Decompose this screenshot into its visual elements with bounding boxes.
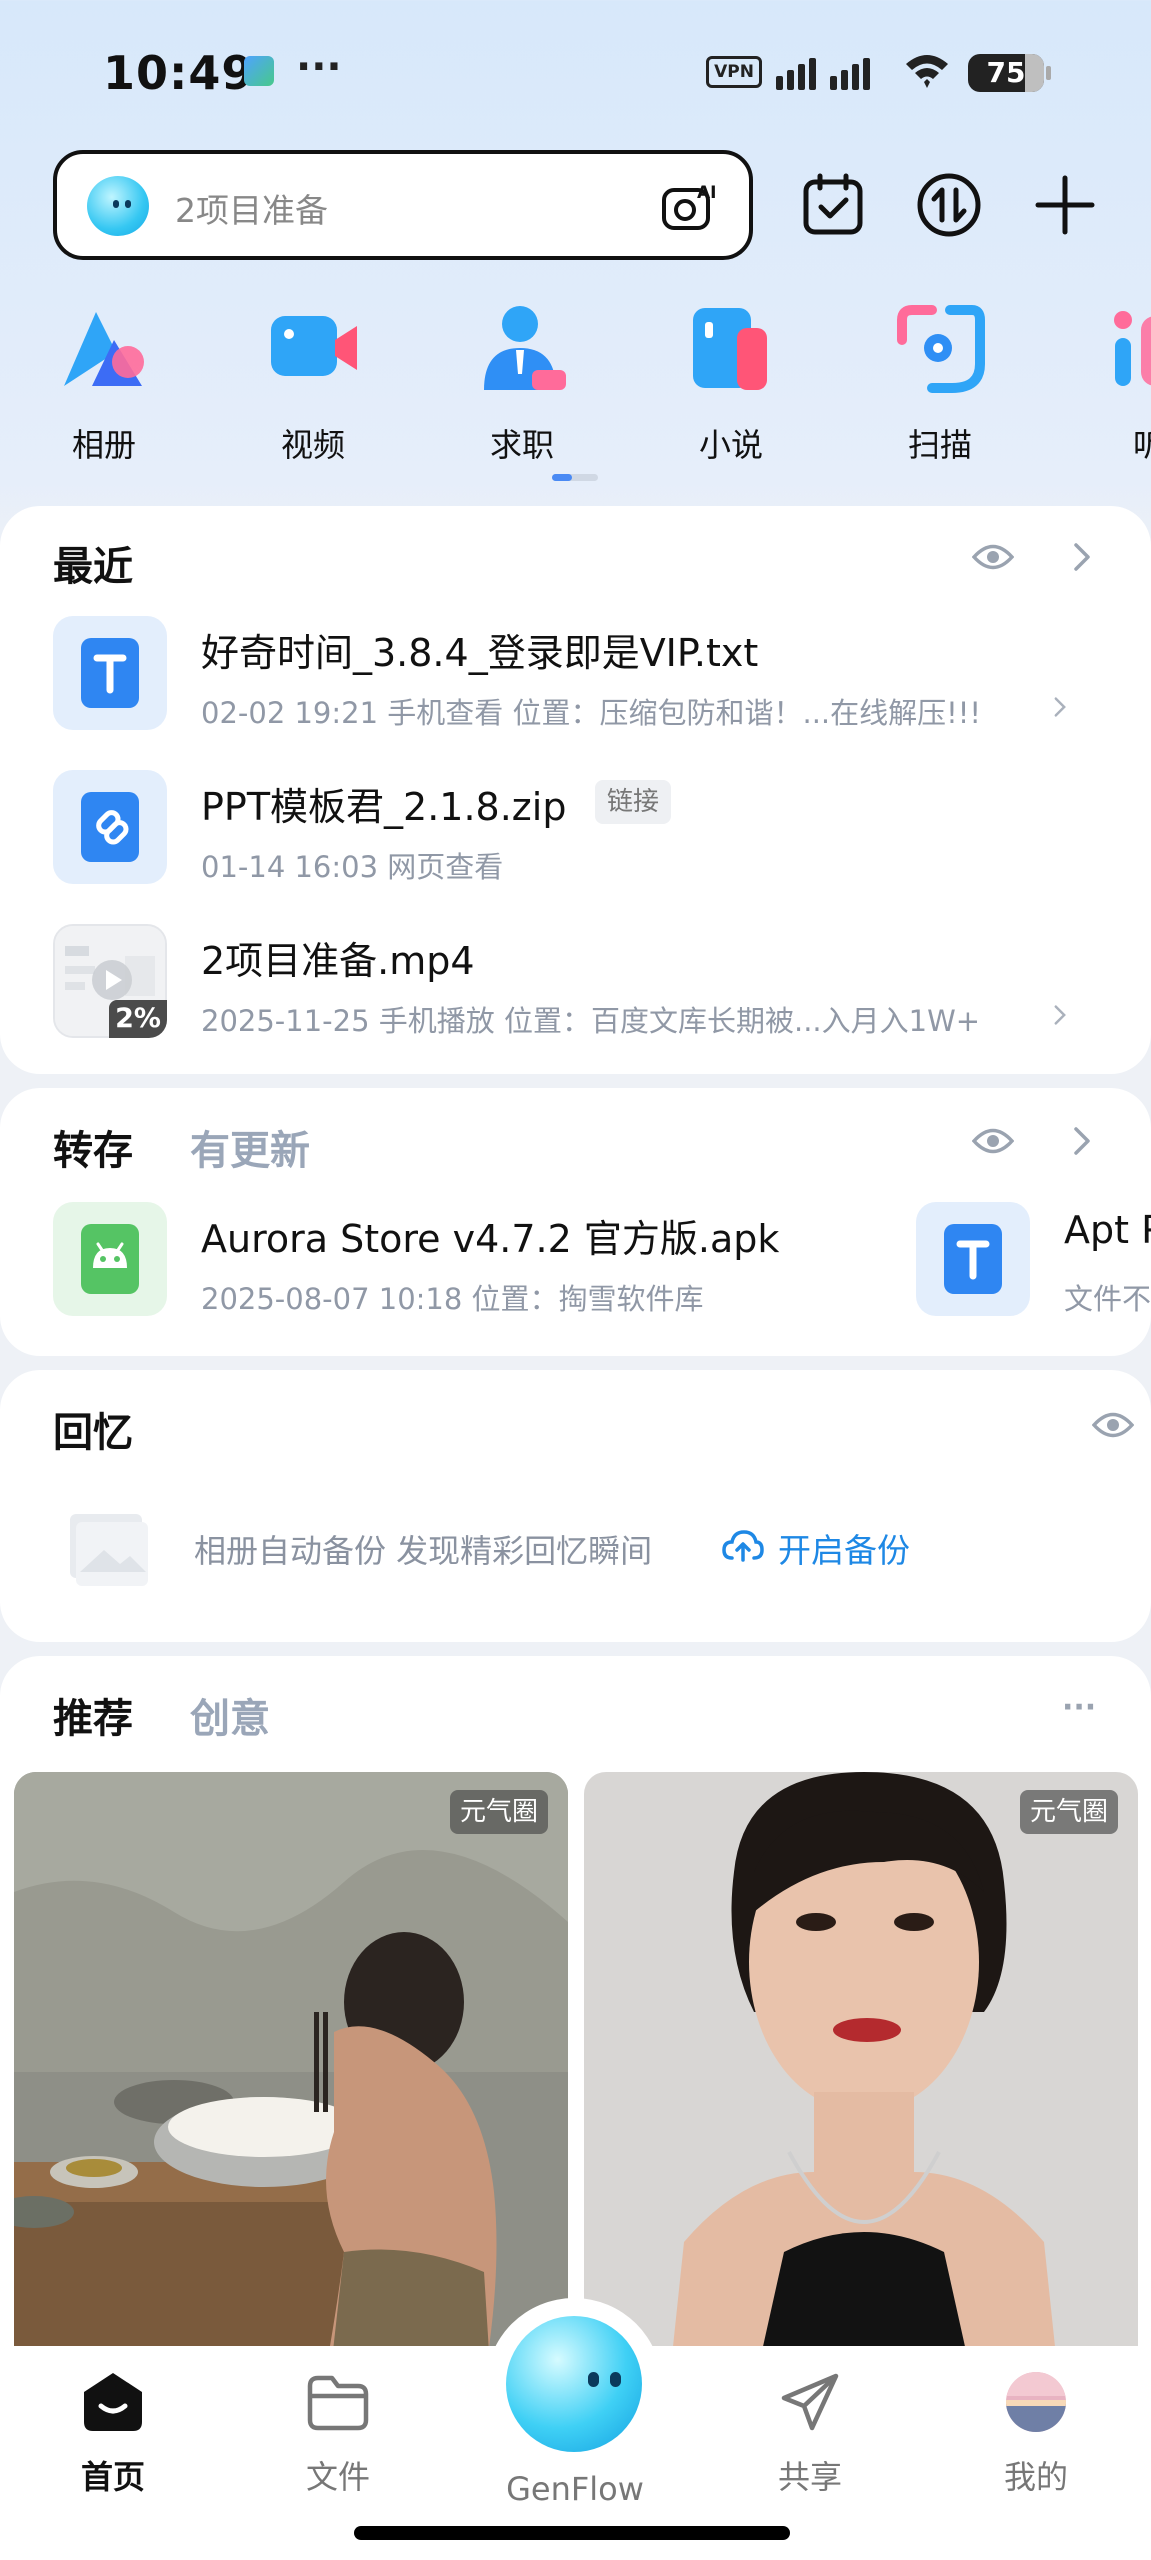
txt-file-icon bbox=[916, 1202, 1030, 1316]
wifi-icon bbox=[906, 55, 948, 88]
eye-icon[interactable] bbox=[1092, 1410, 1134, 1440]
transfer-item[interactable]: Aurora Store v4.7.2 官方版.apk 2025-08-07 1… bbox=[53, 1202, 893, 1322]
transfer-card: 转存 有更新 Aurora Store v4.7.2 官方版.apk 2025-… bbox=[0, 1088, 1151, 1356]
battery-icon: 75 bbox=[968, 54, 1044, 92]
source-badge: 元气圈 bbox=[1019, 1790, 1118, 1834]
link-badge: 链接 bbox=[595, 780, 672, 824]
eye-icon[interactable] bbox=[972, 1126, 1014, 1156]
genflow-ball-icon bbox=[506, 2316, 642, 2452]
memories-title: 回忆 bbox=[53, 1410, 133, 1456]
file-meta: 文件不 bbox=[1064, 1282, 1151, 1316]
apk-file-icon bbox=[53, 1202, 167, 1316]
file-meta: 2025-11-25 手机播放 位置：百度文库长期被...入月入1W+ bbox=[201, 1004, 981, 1038]
memories-text: 相册自动备份 发现精彩回忆瞬间 bbox=[194, 1532, 653, 1570]
status-bar: 10:49 ··· VPN 75 bbox=[0, 0, 1151, 140]
transfer-title: 转存 bbox=[53, 1128, 133, 1174]
calendar-check-icon[interactable] bbox=[800, 172, 866, 238]
enable-backup-button[interactable]: 开启备份 bbox=[778, 1524, 910, 1572]
job-icon bbox=[484, 306, 566, 390]
file-name: 2项目准备.mp4 bbox=[201, 939, 475, 983]
assistant-avatar-icon[interactable] bbox=[87, 176, 149, 236]
file-meta: 02-02 19:21 手机查看 位置：压缩包防和谐！...在线解压!!! bbox=[201, 696, 982, 730]
more-notifications-icon: ··· bbox=[296, 44, 342, 90]
memories-card: 回忆 相册自动备份 发现精彩回忆瞬间 开启备份 bbox=[0, 1370, 1151, 1642]
quick-app-album[interactable]: 相册 bbox=[49, 300, 159, 466]
listen-icon bbox=[1114, 311, 1151, 386]
video-icon bbox=[271, 316, 357, 376]
status-time: 10:49 bbox=[103, 46, 255, 100]
nav-share[interactable]: 共享 bbox=[750, 2370, 870, 2498]
quick-app-job[interactable]: 求职 bbox=[467, 300, 577, 466]
signal-icon bbox=[776, 52, 886, 90]
profile-avatar-icon bbox=[1006, 2372, 1066, 2432]
page-indicator bbox=[552, 474, 598, 481]
recommend-subtitle[interactable]: 创意 bbox=[190, 1686, 270, 1744]
recent-title: 最近 bbox=[53, 544, 133, 590]
chevron-right-icon bbox=[1054, 1005, 1066, 1025]
genflow-button[interactable] bbox=[486, 2298, 662, 2474]
file-meta: 2025-08-07 10:18 位置：掏雪软件库 bbox=[201, 1282, 704, 1316]
recommend-card-item[interactable]: 元气圈 bbox=[14, 1772, 568, 2416]
link-file-icon bbox=[53, 770, 167, 884]
notification-app-icon bbox=[244, 56, 274, 86]
folder-icon bbox=[307, 2375, 369, 2431]
chevron-right-icon bbox=[1054, 697, 1066, 717]
quick-app-listen[interactable]: 听 bbox=[1094, 300, 1151, 466]
transfer-item[interactable]: Apt P 文件不 bbox=[916, 1202, 1151, 1322]
watch-progress-badge: 2% bbox=[109, 1000, 167, 1038]
photo-boy-eating-rice bbox=[14, 1772, 568, 2416]
recommend-card-item[interactable]: 元气圈 bbox=[584, 1772, 1138, 2416]
vpn-icon: VPN bbox=[706, 56, 762, 88]
source-badge: 元气圈 bbox=[449, 1790, 548, 1834]
search-input[interactable]: 2项目准备 bbox=[175, 184, 328, 232]
chevron-right-icon[interactable] bbox=[1072, 542, 1092, 572]
nav-files[interactable]: 文件 bbox=[278, 2370, 398, 2498]
recent-card: 最近 好奇时间_3.8.4_登录即是VIP.txt 02-02 19:21 手机… bbox=[0, 506, 1151, 1074]
recent-item[interactable]: PPT模板君_2.1.8.zip 链接 01-14 16:03 网页查看 bbox=[53, 770, 1151, 890]
album-icon bbox=[64, 312, 144, 386]
search-bar[interactable]: 2项目准备 AI bbox=[53, 150, 753, 260]
nav-home[interactable]: 首页 bbox=[53, 2370, 173, 2498]
more-options-icon[interactable]: ··· bbox=[1062, 1690, 1096, 1725]
home-indicator[interactable] bbox=[354, 2526, 790, 2540]
home-icon bbox=[84, 2373, 142, 2431]
file-meta: 01-14 16:03 网页查看 bbox=[201, 850, 504, 884]
battery-level: 75 bbox=[986, 56, 1026, 89]
transfer-subtitle[interactable]: 有更新 bbox=[190, 1118, 310, 1176]
quick-app-novel[interactable]: 小说 bbox=[676, 300, 786, 466]
recommend-title[interactable]: 推荐 bbox=[53, 1686, 133, 1744]
cloud-upload-icon[interactable] bbox=[722, 1528, 764, 1564]
txt-file-icon bbox=[53, 616, 167, 730]
recent-item[interactable]: 好奇时间_3.8.4_登录即是VIP.txt 02-02 19:21 手机查看 … bbox=[53, 616, 1151, 736]
quick-app-video[interactable]: 视频 bbox=[258, 300, 368, 466]
photo-woman-portrait bbox=[584, 1772, 1138, 2416]
nav-profile[interactable]: 我的 bbox=[976, 2370, 1096, 2498]
file-name: Apt P bbox=[1064, 1208, 1151, 1252]
file-name: Aurora Store v4.7.2 官方版.apk bbox=[201, 1217, 780, 1261]
photo-placeholder-icon bbox=[70, 1514, 148, 1586]
quick-app-scan[interactable]: 扫描 bbox=[885, 300, 995, 466]
eye-icon[interactable] bbox=[972, 542, 1014, 572]
plus-icon[interactable] bbox=[1032, 172, 1098, 238]
scan-icon bbox=[897, 305, 985, 393]
novel-icon bbox=[693, 308, 767, 390]
share-icon bbox=[781, 2373, 839, 2431]
chevron-right-icon[interactable] bbox=[1072, 1126, 1092, 1156]
recent-item[interactable]: 2% 2项目准备.mp4 2025-11-25 手机播放 位置：百度文库长期被.… bbox=[53, 924, 1151, 1044]
nav-genflow-label[interactable]: GenFlow bbox=[502, 2470, 648, 2508]
sync-transfer-icon[interactable] bbox=[916, 172, 982, 238]
ai-camera-icon[interactable]: AI bbox=[661, 180, 717, 232]
file-name: 好奇时间_3.8.4_登录即是VIP.txt bbox=[201, 631, 759, 675]
svg-text:AI: AI bbox=[697, 183, 716, 203]
file-name: PPT模板君_2.1.8.zip bbox=[201, 785, 567, 829]
